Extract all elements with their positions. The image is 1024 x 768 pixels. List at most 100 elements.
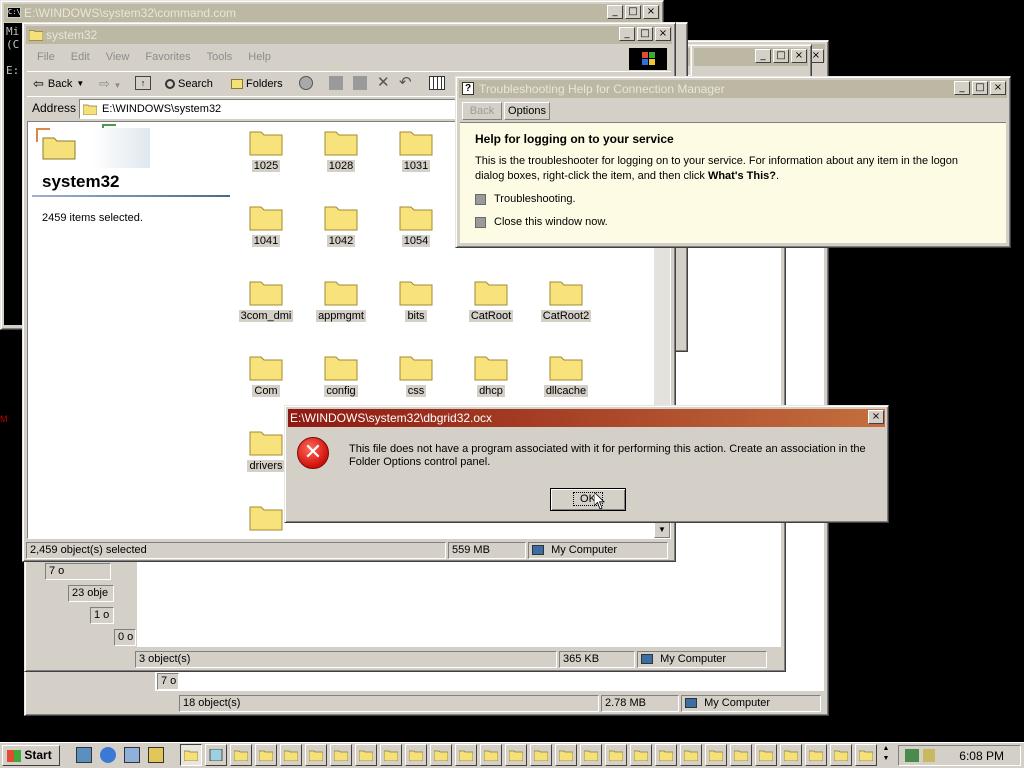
- help-titlebar[interactable]: ? Troubleshooting Help for Connection Ma…: [459, 80, 1007, 98]
- task-button[interactable]: [830, 744, 852, 766]
- scroll-down-button[interactable]: ▼: [654, 522, 670, 538]
- delete-icon[interactable]: ✕: [377, 73, 390, 91]
- folder-item[interactable]: bits: [381, 276, 451, 322]
- task-button[interactable]: [630, 744, 652, 766]
- copy-to-icon[interactable]: [353, 76, 367, 90]
- cmd-console[interactable]: Mi (C E:: [4, 23, 24, 325]
- task-button[interactable]: [805, 744, 827, 766]
- folder-item[interactable]: css: [381, 351, 451, 397]
- task-button[interactable]: [455, 744, 477, 766]
- system-tray: 6:08 PM: [898, 745, 1021, 766]
- folder-item[interactable]: 1028: [306, 126, 376, 172]
- close-icon[interactable]: ×: [791, 49, 807, 63]
- task-button[interactable]: [230, 744, 252, 766]
- taskbar-scroll[interactable]: ▲ ▼: [880, 744, 892, 766]
- folder-item[interactable]: 1041: [231, 201, 301, 247]
- undo-icon[interactable]: ↶: [399, 73, 412, 91]
- maximize-icon[interactable]: □: [637, 27, 653, 41]
- task-button[interactable]: [530, 744, 552, 766]
- folder-item[interactable]: appmgmt: [306, 276, 376, 322]
- task-button[interactable]: [480, 744, 502, 766]
- quicklaunch-media-icon[interactable]: [148, 747, 164, 763]
- close-icon[interactable]: ×: [655, 27, 671, 41]
- volume-icon[interactable]: [923, 749, 935, 762]
- menu-help[interactable]: Help: [248, 47, 271, 67]
- task-button[interactable]: [705, 744, 727, 766]
- task-button[interactable]: [180, 744, 202, 766]
- task-button[interactable]: [430, 744, 452, 766]
- task-button[interactable]: [305, 744, 327, 766]
- ok-button[interactable]: OK: [550, 488, 626, 511]
- folders-button[interactable]: Folders: [231, 75, 283, 93]
- help-options-button[interactable]: Options: [504, 102, 550, 120]
- menu-favorites[interactable]: Favorites: [145, 47, 190, 67]
- network-icon[interactable]: [905, 749, 919, 762]
- up-folder-button[interactable]: ↑: [135, 76, 151, 90]
- menu-edit[interactable]: Edit: [71, 47, 90, 67]
- menu-tools[interactable]: Tools: [207, 47, 233, 67]
- quicklaunch-desktop-icon[interactable]: [76, 747, 92, 763]
- quicklaunch-outlook-icon[interactable]: [124, 747, 140, 763]
- folder-item[interactable]: 1042: [306, 201, 376, 247]
- help-window[interactable]: ? Troubleshooting Help for Connection Ma…: [455, 76, 1011, 248]
- help-back-button[interactable]: Back: [462, 102, 502, 120]
- maximize-icon[interactable]: □: [972, 81, 988, 95]
- task-button[interactable]: [605, 744, 627, 766]
- task-button[interactable]: [655, 744, 677, 766]
- task-button[interactable]: [255, 744, 277, 766]
- folder-item[interactable]: CatRoot: [456, 276, 526, 322]
- clock[interactable]: 6:08 PM: [959, 749, 1004, 763]
- task-button[interactable]: [280, 744, 302, 766]
- explorer-titlebar[interactable]: system32: [26, 26, 672, 44]
- error-titlebar[interactable]: E:\WINDOWS\system32\dbgrid32.ocx: [288, 409, 885, 427]
- task-button[interactable]: [330, 744, 352, 766]
- task-button[interactable]: [730, 744, 752, 766]
- address-input[interactable]: E:\WINDOWS\system32: [79, 99, 459, 119]
- stacked-status: 7 o: [157, 673, 179, 690]
- start-button[interactable]: Start: [2, 745, 60, 766]
- move-to-icon[interactable]: [329, 76, 343, 90]
- help-option-troubleshooting[interactable]: Troubleshooting.: [475, 193, 576, 205]
- task-button[interactable]: [205, 744, 227, 766]
- task-button[interactable]: [505, 744, 527, 766]
- minimize-icon[interactable]: _: [954, 81, 970, 95]
- error-dialog[interactable]: E:\WINDOWS\system32\dbgrid32.ocx × ✕ Thi…: [284, 405, 889, 523]
- menu-view[interactable]: View: [106, 47, 130, 67]
- task-button[interactable]: [755, 744, 777, 766]
- folder-item[interactable]: config: [306, 351, 376, 397]
- task-button[interactable]: [355, 744, 377, 766]
- back-button[interactable]: ⇦ Back ▼: [33, 75, 84, 93]
- minimize-icon[interactable]: _: [619, 27, 635, 41]
- task-button[interactable]: [780, 744, 802, 766]
- task-button[interactable]: [580, 744, 602, 766]
- views-icon[interactable]: [429, 76, 445, 90]
- task-button[interactable]: [555, 744, 577, 766]
- close-icon[interactable]: ×: [990, 81, 1006, 95]
- folder-item[interactable]: Com: [231, 351, 301, 397]
- minimize-icon[interactable]: _: [607, 5, 623, 19]
- folder-item[interactable]: 1031: [381, 126, 451, 172]
- folder-item[interactable]: 1054: [381, 201, 451, 247]
- folder-item[interactable]: dllcache: [531, 351, 601, 397]
- folder-item[interactable]: CatRoot2: [531, 276, 601, 322]
- maximize-icon[interactable]: □: [773, 49, 789, 63]
- task-button[interactable]: [380, 744, 402, 766]
- menu-file[interactable]: File: [37, 47, 55, 67]
- explorer-title: system32: [46, 28, 98, 42]
- task-button[interactable]: [680, 744, 702, 766]
- minimize-icon[interactable]: _: [755, 49, 771, 63]
- folder-item[interactable]: 1025: [231, 126, 301, 172]
- forward-button[interactable]: ⇨ ▼: [99, 75, 121, 93]
- close-icon[interactable]: ×: [643, 5, 659, 19]
- search-button[interactable]: Search: [165, 75, 213, 93]
- folder-item[interactable]: 3com_dmi: [231, 276, 301, 322]
- quicklaunch-ie-icon[interactable]: [100, 747, 116, 763]
- task-button[interactable]: [405, 744, 427, 766]
- close-icon[interactable]: ×: [868, 410, 884, 424]
- cmd-titlebar[interactable]: C:\ E:\WINDOWS\system32\command.com: [4, 4, 660, 22]
- help-option-close[interactable]: Close this window now.: [475, 216, 608, 228]
- maximize-icon[interactable]: □: [625, 5, 641, 19]
- history-icon[interactable]: [299, 76, 313, 90]
- task-button[interactable]: [855, 744, 877, 766]
- folder-item[interactable]: dhcp: [456, 351, 526, 397]
